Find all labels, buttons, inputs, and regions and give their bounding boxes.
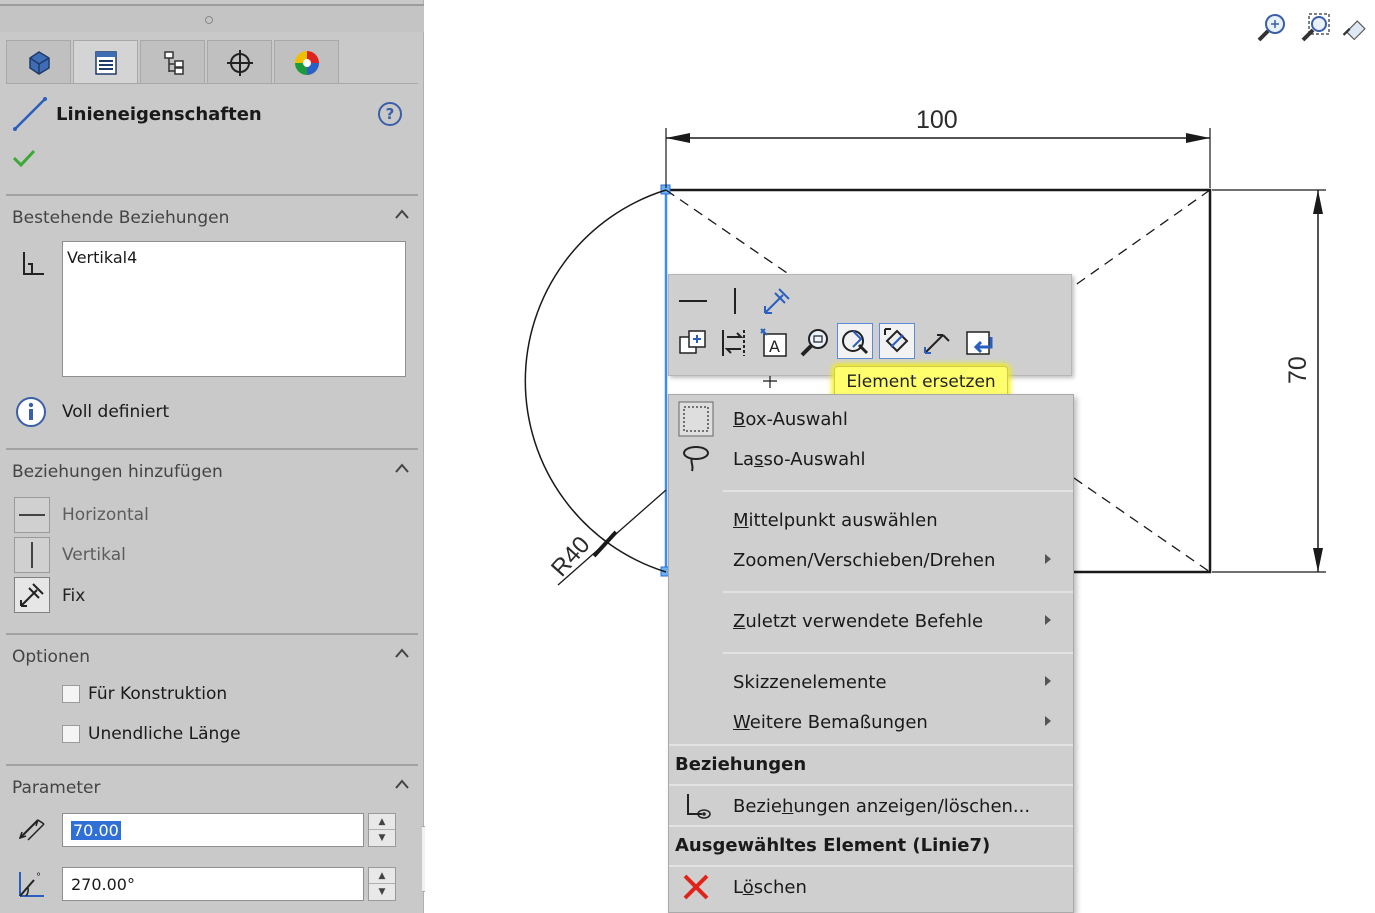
previous-view-button[interactable] (1342, 10, 1368, 46)
zoom-to-selection-button[interactable] (797, 325, 833, 361)
display-relations-icon (677, 788, 715, 824)
menu-item-zoom-pan-rotate[interactable]: Zoomen/Verschieben/Drehen (669, 540, 1073, 580)
lasso-icon (677, 441, 715, 477)
menu-item-select-midpoint[interactable]: Mittelpunkt auswählen (669, 500, 1073, 540)
menu-item-show-delete-relations[interactable]: Beziehungen anzeigen/löschen... (669, 784, 1073, 824)
menu-section-relations: Beziehungen (669, 744, 1073, 782)
make-horizontal-button[interactable] (675, 283, 711, 319)
menu-item-box-select[interactable]: Box-Auswahl (669, 399, 1073, 439)
previous-view-icon (1342, 20, 1366, 41)
menu-item-more-dimensions[interactable]: Weitere Bemaßungen (669, 702, 1073, 742)
sketch-text-icon: A (760, 328, 787, 357)
vertical-relation-icon (734, 288, 736, 314)
submenu-arrow-icon (1045, 554, 1051, 564)
dimension-height[interactable]: 70 (1284, 356, 1313, 384)
sketch-text-button[interactable]: A (757, 325, 793, 361)
relations-icon (722, 330, 745, 356)
zoom-to-area-button[interactable] (1298, 10, 1334, 46)
dimension-width[interactable]: 100 (916, 106, 958, 135)
menu-item-sketch-entities[interactable]: Skizzenelemente (669, 662, 1073, 702)
exit-sketch-icon (966, 331, 993, 355)
menu-item-recent-commands[interactable]: Zuletzt verwendete Befehle (669, 601, 1073, 641)
fix-relation-icon (764, 288, 790, 314)
zoom-to-fit-button[interactable] (1254, 10, 1290, 46)
submenu-arrow-icon (1045, 716, 1051, 726)
replace-entity-button[interactable] (879, 323, 915, 359)
svg-text:A: A (769, 337, 780, 356)
replace-entity-icon (884, 328, 909, 353)
submenu-arrow-icon (1045, 676, 1051, 686)
horizontal-relation-icon (679, 300, 707, 302)
submenu-arrow-icon (1045, 615, 1051, 625)
zoom-to-fit-icon (1257, 14, 1285, 42)
delete-icon (677, 869, 715, 905)
menu-item-lasso-select[interactable]: Lasso-Auswahl (669, 439, 1073, 479)
select-chain-button[interactable] (837, 323, 873, 359)
relations-button[interactable] (715, 325, 751, 361)
smart-dimension-button[interactable] (919, 325, 955, 361)
context-menu: Box-Auswahl Lasso-Auswahl Mittelpunkt au… (668, 394, 1074, 913)
box-select-icon (677, 401, 715, 437)
construction-geometry-button[interactable] (675, 325, 711, 361)
exit-sketch-button[interactable] (961, 325, 997, 361)
construction-geometry-icon (679, 330, 706, 354)
menu-item-delete[interactable]: Löschen (669, 865, 1073, 905)
menu-section-selected-entity: Ausgewähltes Element (Linie7) (669, 825, 1073, 863)
make-vertical-button[interactable] (717, 283, 753, 319)
make-fixed-button[interactable] (759, 283, 795, 319)
context-toolbar: A (668, 274, 1072, 376)
zoom-icon (800, 329, 828, 357)
smart-dimension-icon (924, 334, 950, 354)
select-chain-icon (842, 330, 869, 355)
zoom-to-area-icon (1301, 13, 1330, 42)
